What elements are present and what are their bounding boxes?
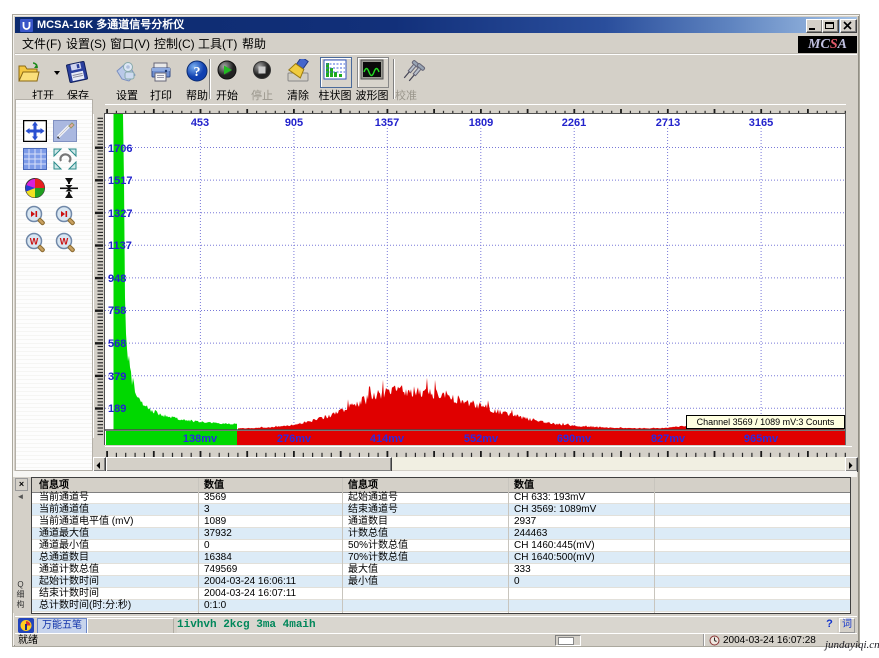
svg-text:453: 453 [191,117,209,129]
svg-text:276mv: 276mv [277,433,312,445]
svg-text:568: 568 [108,338,126,350]
svg-text:1137: 1137 [108,240,132,252]
svg-text:1809: 1809 [469,117,493,129]
svg-text:3165: 3165 [749,117,773,129]
svg-text:1327: 1327 [108,208,132,220]
svg-text:948: 948 [108,273,126,285]
svg-text:W: W [60,237,69,247]
svg-text:965mv: 965mv [744,433,779,445]
svg-text:414mv: 414mv [370,433,405,445]
svg-text:189: 189 [108,403,126,415]
svg-text:827mv: 827mv [651,433,686,445]
svg-text:?: ? [194,65,201,80]
svg-text:552mv: 552mv [464,433,499,445]
svg-text:379: 379 [108,371,126,383]
svg-text:2713: 2713 [656,117,680,129]
svg-text:905: 905 [285,117,303,129]
svg-text:1517: 1517 [108,175,132,187]
svg-text:2261: 2261 [562,117,586,129]
svg-text:1706: 1706 [108,143,132,155]
svg-text:690mv: 690mv [557,433,592,445]
svg-text:758: 758 [108,305,126,317]
svg-text:1357: 1357 [375,117,399,129]
svg-text:138mv: 138mv [183,433,218,445]
svg-text:W: W [30,237,39,247]
